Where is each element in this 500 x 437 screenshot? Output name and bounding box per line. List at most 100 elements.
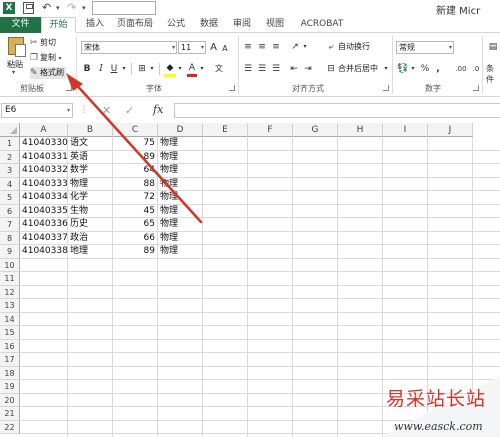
cell-b8[interactable]: 政治 [68,232,113,245]
cell-d1[interactable]: 物理 [158,137,203,150]
wrap-text-button[interactable]: 自动换行 [338,41,370,53]
grow-font-button[interactable]: A [209,42,218,54]
increase-decimal-icon[interactable]: .00 [455,63,467,75]
cut-button[interactable]: ✂ 剪切 [30,37,56,49]
wrap-text-icon[interactable]: ⤶ [326,41,336,53]
align-right-icon[interactable]: ☰ [270,63,282,75]
paste-dropdown-icon[interactable]: ▾ [12,69,15,76]
cell-c7[interactable]: 65 [113,218,158,231]
font-color-dropdown-icon[interactable]: ▾ [199,63,205,75]
cell-c5[interactable]: 72 [113,191,158,204]
cell-b5[interactable]: 化学 [68,191,113,204]
cell-d3[interactable]: 物理 [158,164,203,177]
border-icon[interactable]: ⊞ [136,63,148,75]
cell-b6[interactable]: 生物 [68,205,113,218]
align-bottom-icon[interactable]: ≡ [270,41,282,53]
enter-icon[interactable]: ✓ [125,104,134,117]
tab-home[interactable]: 开始 [41,17,76,33]
tab-data[interactable]: 数据 [196,17,222,33]
row-header-3[interactable]: 3 [0,164,20,178]
number-format-select[interactable]: 常规 ▾ [396,41,454,54]
tab-page-layout[interactable]: 页面布局 [113,17,157,33]
row-header-19[interactable]: 19 [0,380,20,394]
merge-center-button[interactable]: 合并后居中 [338,63,378,75]
align-top-icon[interactable]: ≡ [242,41,254,53]
name-box[interactable]: E6 ▾ [1,103,73,118]
clipboard-launcher-icon[interactable] [66,85,72,91]
comma-button[interactable]: , [434,63,442,75]
column-header-j[interactable]: J [428,123,473,137]
number-launcher-icon[interactable] [473,85,479,91]
quick-access-box[interactable] [92,1,156,15]
orientation-icon[interactable]: ↗ [288,41,302,53]
row-header-12[interactable]: 12 [0,285,20,299]
merge-center-icon[interactable]: ⊟ [326,63,336,75]
cell-c2[interactable]: 89 [113,151,158,164]
align-middle-icon[interactable]: ≡ [256,41,268,53]
underline-button[interactable]: U [109,63,119,75]
row-header-21[interactable]: 21 [0,407,20,421]
font-launcher-icon[interactable] [229,85,235,91]
cell-d5[interactable]: 物理 [158,191,203,204]
tab-review[interactable]: 审阅 [229,17,255,33]
cell-a7[interactable]: 41040336 [20,218,68,231]
conditional-format-label[interactable]: 条件 [486,63,500,85]
row-header-11[interactable]: 11 [0,272,20,286]
cell-a4[interactable]: 41040333 [20,178,68,191]
row-header-14[interactable]: 14 [0,312,20,326]
border-dropdown-icon[interactable]: ▾ [149,63,155,75]
alignment-launcher-icon[interactable] [383,85,389,91]
column-header-g[interactable]: G [293,123,338,137]
column-header-e[interactable]: E [203,123,248,137]
column-header-b[interactable]: B [68,123,113,137]
row-header-8[interactable]: 8 [0,231,20,245]
phonetic-icon[interactable]: 文 [214,63,224,75]
underline-dropdown-icon[interactable]: ▾ [121,63,127,75]
row-header-1[interactable]: 1 [0,137,20,151]
tab-formulas[interactable]: 公式 [163,17,189,33]
copy-button[interactable]: ❐ 复制 ▾ [30,52,62,64]
tab-file[interactable]: 文件 [0,17,41,33]
row-header-4[interactable]: 4 [0,177,20,191]
align-left-icon[interactable]: ☰ [242,63,254,75]
tab-acrobat[interactable]: ACROBAT [298,17,346,33]
cell-c3[interactable]: 64 [113,164,158,177]
row-header-18[interactable]: 18 [0,366,20,380]
orientation-dropdown-icon[interactable]: ▾ [302,41,308,53]
cell-d4[interactable]: 物理 [158,178,203,191]
align-center-icon[interactable]: ☰ [256,63,268,75]
cell-b4[interactable]: 物理 [68,178,113,191]
currency-dropdown-icon[interactable]: ▾ [410,63,416,75]
format-painter-button[interactable]: ✎ 格式刷 [30,67,66,79]
customize-quick-access-icon[interactable]: ▾ [82,2,88,14]
row-header-7[interactable]: 7 [0,218,20,232]
column-header-a[interactable]: A [20,123,68,137]
paste-icon[interactable] [8,37,26,57]
row-header-15[interactable]: 15 [0,326,20,340]
conditional-format-icon[interactable]: ▤ [486,41,500,53]
cell-a3[interactable]: 41040332 [20,164,68,177]
bold-button[interactable]: B [82,63,92,75]
cell-d9[interactable]: 物理 [158,245,203,258]
row-header-17[interactable]: 17 [0,353,20,367]
row-header-10[interactable]: 10 [0,258,20,272]
undo-icon[interactable]: ↶ [42,2,54,14]
cell-d2[interactable]: 物理 [158,151,203,164]
cell-d6[interactable]: 物理 [158,205,203,218]
decrease-indent-icon[interactable]: ⇤ [288,63,300,75]
cell-c9[interactable]: 89 [113,245,158,258]
formula-bar-grip-icon[interactable]: ⋮ [80,105,88,114]
cell-a6[interactable]: 41040335 [20,205,68,218]
tab-insert[interactable]: 插入 [80,17,110,33]
italic-button[interactable]: I [96,63,106,75]
cell-a9[interactable]: 41040338 [20,245,68,258]
cell-c8[interactable]: 66 [113,232,158,245]
cell-c1[interactable]: 75 [113,137,158,150]
cell-b1[interactable]: 语文 [68,137,113,150]
column-header-h[interactable]: H [338,123,383,137]
font-size-select[interactable]: 11 ▾ [178,41,206,54]
row-header-2[interactable]: 2 [0,150,20,164]
fill-color-icon[interactable]: ◆ [164,62,176,74]
cell-a2[interactable]: 41040331 [20,151,68,164]
cell-b7[interactable]: 历史 [68,218,113,231]
